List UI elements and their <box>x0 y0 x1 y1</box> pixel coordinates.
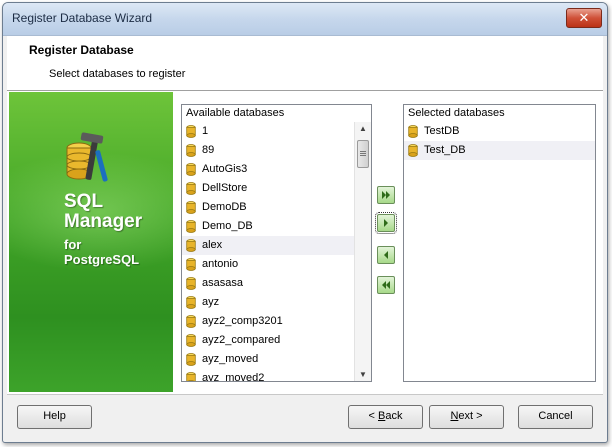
database-icon <box>186 258 196 271</box>
list-item[interactable]: 1 <box>182 122 354 141</box>
list-item[interactable]: TestDB <box>404 122 595 141</box>
database-icon <box>408 144 418 157</box>
list-item-label: Test_DB <box>424 144 466 156</box>
list-item[interactable]: ayz_moved <box>182 350 354 369</box>
list-item[interactable]: 89 <box>182 141 354 160</box>
list-item-label: ayz_moved <box>202 353 259 365</box>
chevron-right-icon <box>384 219 388 227</box>
list-item[interactable]: ayz <box>182 293 354 312</box>
available-databases-list[interactable]: Available databases 1 89 AutoGis3 DellStore… <box>181 104 372 382</box>
list-item[interactable]: AutoGis3 <box>182 160 354 179</box>
footer-divider <box>7 394 603 395</box>
list-item-label: ayz_moved2 <box>202 372 265 381</box>
available-scrollbar[interactable]: ▲ ▼ <box>354 122 371 381</box>
close-icon: ✕ <box>578 10 590 25</box>
scroll-thumb[interactable] <box>357 140 369 168</box>
database-icon <box>186 239 196 252</box>
remove-all-button[interactable] <box>377 276 395 294</box>
list-item-label: AutoGis3 <box>202 163 248 175</box>
database-tools-logo-icon <box>66 132 108 182</box>
database-icon <box>186 220 196 233</box>
list-item-label: ayz2_compared <box>202 334 281 346</box>
selected-databases-header: Selected databases <box>404 105 595 121</box>
remove-button[interactable] <box>377 246 395 264</box>
title-bar[interactable]: Register Database Wizard ✕ <box>3 3 607 36</box>
list-item-label: antonio <box>202 258 239 270</box>
list-item[interactable]: Test_DB <box>404 141 595 160</box>
list-item-label: 89 <box>202 144 215 156</box>
list-item[interactable]: DellStore <box>182 179 354 198</box>
double-chevron-left-icon <box>382 281 390 289</box>
chevron-left-icon <box>384 251 388 259</box>
list-item-label: DellStore <box>202 182 248 194</box>
list-item[interactable]: alex <box>182 236 354 255</box>
product-name: SQL Manager <box>64 191 143 232</box>
back-button[interactable]: < Back <box>348 405 423 429</box>
list-item-label: DemoDB <box>202 201 247 213</box>
window-title: Register Database Wizard <box>12 11 153 25</box>
database-icon <box>186 144 196 157</box>
help-button[interactable]: Help <box>17 405 92 429</box>
list-item[interactable]: DemoDB <box>182 198 354 217</box>
add-button[interactable] <box>375 212 397 234</box>
database-icon <box>186 296 196 309</box>
database-icon <box>186 315 196 328</box>
wizard-header: Register Database Select databases to re… <box>7 36 603 91</box>
list-item[interactable]: antonio <box>182 255 354 274</box>
list-item-label: ayz <box>202 296 220 308</box>
database-icon <box>186 182 196 195</box>
database-icon <box>186 125 196 138</box>
list-item[interactable]: ayz2_compared <box>182 331 354 350</box>
database-icon <box>186 353 196 366</box>
product-banner: SQL Manager for PostgreSQL <box>9 92 173 392</box>
list-item-label: 1 <box>202 125 209 137</box>
double-chevron-right-icon <box>382 191 390 199</box>
database-icon <box>186 201 196 214</box>
list-item[interactable]: ayz2_comp3201 <box>182 312 354 331</box>
database-icon <box>186 163 196 176</box>
database-icon <box>186 277 196 290</box>
add-all-button[interactable] <box>377 186 395 204</box>
cancel-button[interactable]: Cancel <box>518 405 593 429</box>
wizard-content: SQL Manager for PostgreSQL Available dat… <box>7 91 603 394</box>
database-icon <box>186 372 196 381</box>
scroll-up-icon[interactable]: ▲ <box>359 124 367 133</box>
database-icon <box>408 125 418 138</box>
database-icon <box>186 334 196 347</box>
list-item-label: asasasa <box>202 277 243 289</box>
available-databases-header: Available databases <box>182 105 371 121</box>
step-subtitle: Select databases to register <box>49 68 186 80</box>
list-item-label: TestDB <box>424 125 460 137</box>
list-item[interactable]: Demo_DB <box>182 217 354 236</box>
list-item-label: Demo_DB <box>202 220 253 232</box>
list-item[interactable]: asasasa <box>182 274 354 293</box>
step-title: Register Database <box>29 43 134 57</box>
list-item-label: ayz2_comp3201 <box>202 315 283 327</box>
selected-databases-list[interactable]: Selected databases TestDB Test_DB <box>403 104 596 382</box>
next-button[interactable]: Next > <box>429 405 504 429</box>
list-item[interactable]: ayz_moved2 <box>182 369 354 381</box>
close-button[interactable]: ✕ <box>566 8 602 28</box>
list-item-label: alex <box>202 239 223 251</box>
product-subtitle: for PostgreSQL <box>64 237 140 267</box>
wizard-window: Register Database Wizard ✕ Register Data… <box>2 2 608 443</box>
scroll-down-icon[interactable]: ▼ <box>359 370 367 379</box>
